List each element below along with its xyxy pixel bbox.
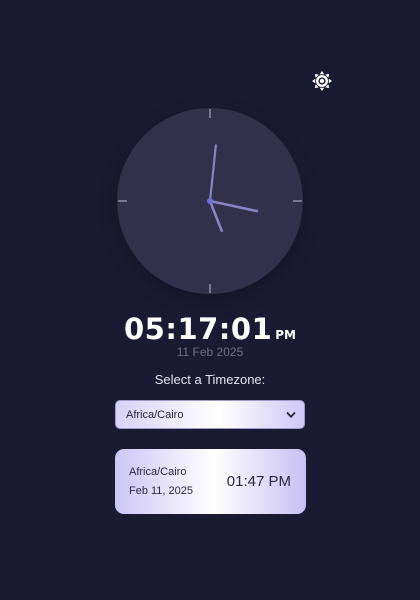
ampm-text: PM [275, 328, 296, 342]
timezone-select[interactable]: Africa/Cairo [115, 400, 305, 429]
sun-icon [312, 71, 332, 91]
card-zone-name: Africa/Cairo [129, 466, 187, 478]
analog-clock [117, 108, 303, 294]
timezone-card: Africa/Cairo Feb 11, 2025 01:47 PM [115, 449, 306, 514]
time-text: 05:17:01 [123, 312, 273, 346]
world-clock-app: 05:17:01 PM 11 Feb 2025 Select a Timezone… [0, 0, 420, 600]
card-date: Feb 11, 2025 [129, 485, 194, 497]
theme-toggle-button[interactable] [310, 69, 334, 93]
hour-hand [208, 199, 224, 233]
clock-center-dot [207, 198, 213, 204]
minute-hand [208, 199, 259, 213]
chevron-down-icon [286, 411, 296, 418]
timezone-select-value: Africa/Cairo [126, 408, 184, 421]
second-hand [208, 144, 217, 203]
current-date: 11 Feb 2025 [176, 345, 244, 359]
timezone-label: Select a Timezone: [154, 372, 266, 387]
card-time: 01:47 PM [226, 473, 291, 490]
